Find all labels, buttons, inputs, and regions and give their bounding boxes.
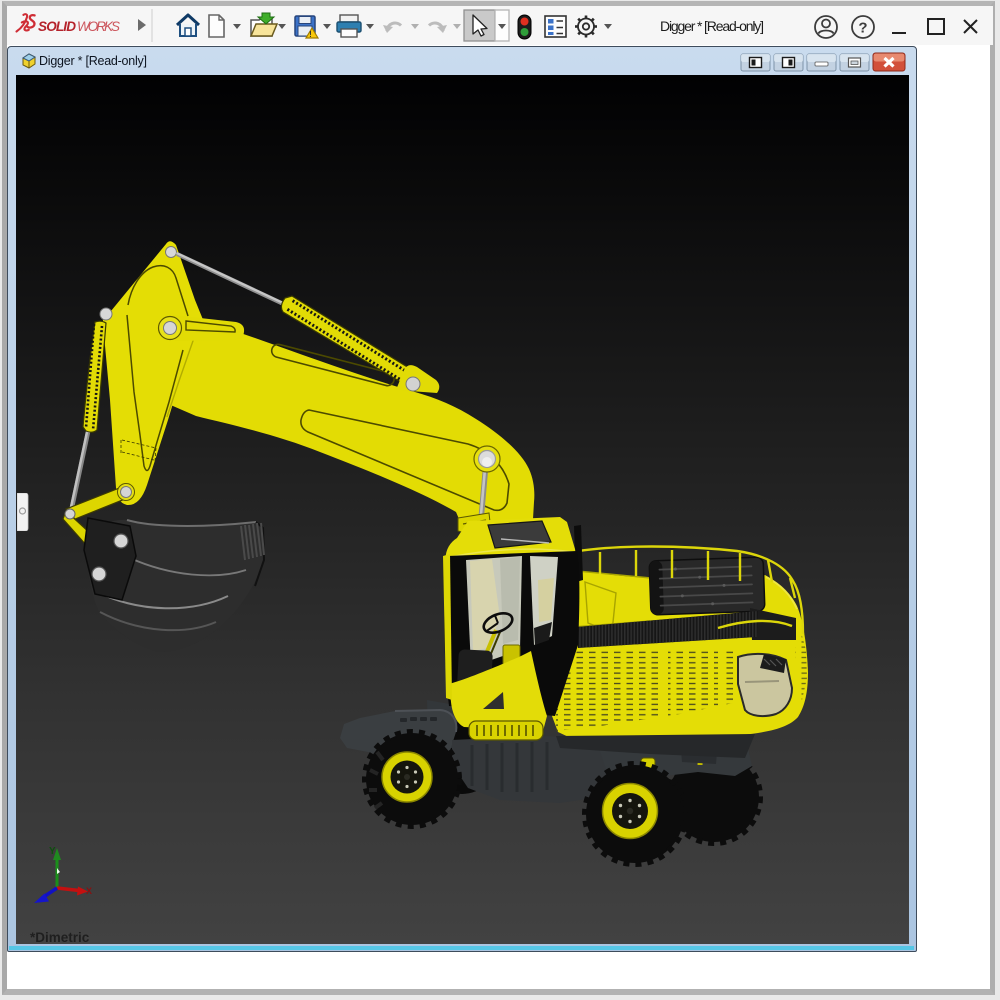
svg-text:WORKS: WORKS bbox=[77, 19, 120, 34]
svg-text:Digger * [Read-only]: Digger * [Read-only] bbox=[660, 18, 764, 34]
svg-text:Digger * [Read-only]: Digger * [Read-only] bbox=[39, 54, 147, 68]
svg-text:Y: Y bbox=[49, 846, 56, 857]
svg-text:*Dimetric: *Dimetric bbox=[30, 930, 90, 944]
svg-text:!: ! bbox=[309, 30, 312, 39]
svg-text:?: ? bbox=[858, 20, 867, 37]
svg-text:SOLID: SOLID bbox=[38, 19, 76, 34]
svg-text:X: X bbox=[86, 886, 92, 896]
